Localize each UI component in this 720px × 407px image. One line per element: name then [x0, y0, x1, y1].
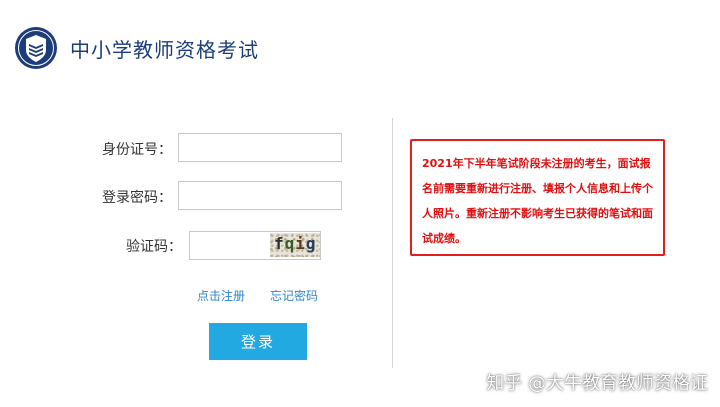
captcha-char: q	[284, 234, 296, 253]
captcha-char: i	[295, 234, 306, 253]
password-input[interactable]	[178, 181, 342, 210]
watermark: 知乎 @大牛教育教师资格证	[486, 373, 708, 394]
site-header: 中小学教师资格考试	[0, 0, 720, 90]
password-label: 登录密码：	[102, 190, 172, 206]
notice-text: 2021年下半年笔试阶段未注册的考生，面试报名前需要重新进行注册、填报个人信息和…	[422, 157, 653, 245]
forgot-password-link[interactable]: 忘记密码	[270, 287, 318, 304]
shield-book-icon	[15, 27, 57, 69]
captcha-label: 验证码：	[126, 239, 182, 255]
login-button[interactable]: 登录	[209, 323, 307, 360]
captcha-image[interactable]: fqig	[270, 233, 320, 257]
captcha-char: g	[305, 234, 317, 253]
register-link[interactable]: 点击注册	[197, 287, 245, 304]
id-label-box: 身份证号：	[60, 132, 172, 164]
id-number-label: 身份证号：	[102, 142, 172, 158]
password-label-box: 登录密码：	[60, 180, 172, 212]
vertical-divider	[392, 118, 393, 368]
captcha-char: f	[274, 234, 285, 253]
id-number-input[interactable]	[178, 133, 342, 162]
captcha-label-box: 验证码：	[70, 229, 182, 261]
site-title: 中小学教师资格考试	[70, 38, 259, 62]
captcha-text: fqig	[274, 234, 317, 253]
notice-box: 2021年下半年笔试阶段未注册的考生，面试报名前需要重新进行注册、填报个人信息和…	[410, 139, 665, 256]
